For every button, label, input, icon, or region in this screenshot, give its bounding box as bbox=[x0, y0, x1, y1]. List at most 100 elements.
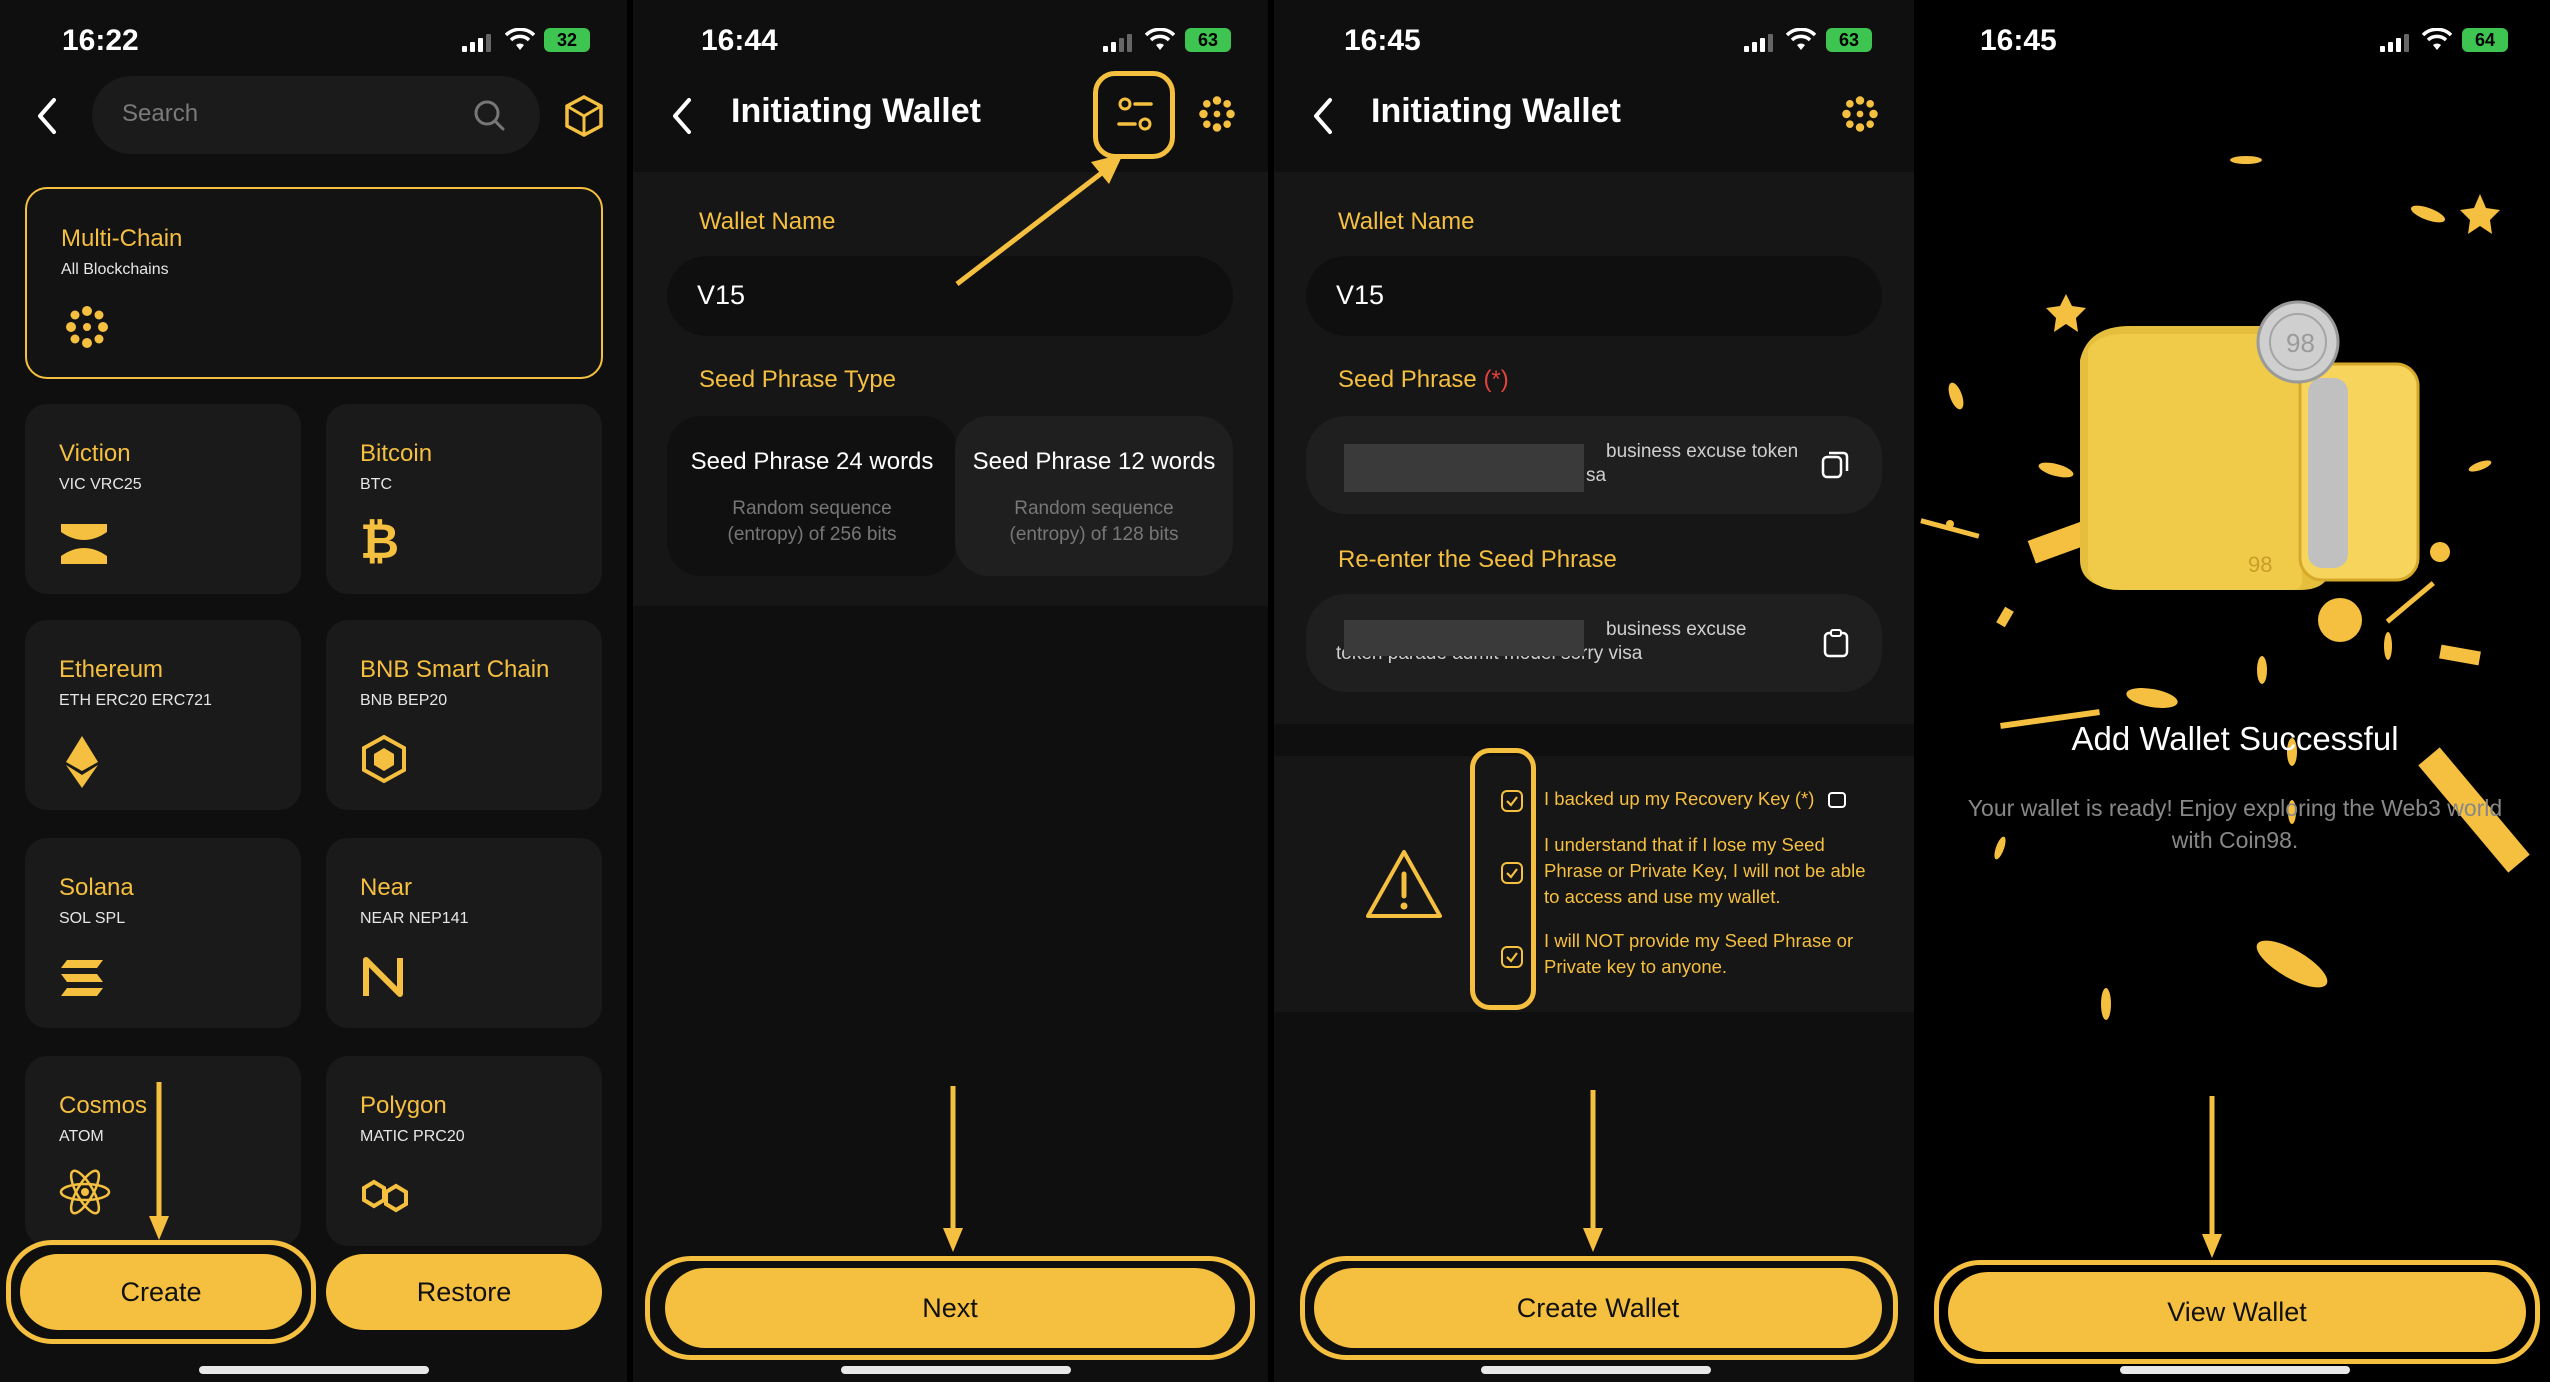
chain-sub: VIC VRC25 bbox=[59, 476, 142, 493]
view-wallet-button[interactable]: View Wallet bbox=[1948, 1272, 2526, 1352]
status-bar: 16:45 63 bbox=[1274, 22, 1914, 62]
wallet-name-value: V15 bbox=[1336, 280, 1385, 310]
seed-phrase-field[interactable]: business excuse token sa bbox=[1306, 416, 1882, 514]
back-arrow-icon[interactable] bbox=[663, 94, 703, 138]
check-label-not-share: I will NOT provide my Seed Phrase or Pri… bbox=[1544, 930, 1854, 977]
chain-name: Solana bbox=[59, 874, 134, 901]
create-wallet-button[interactable]: Create Wallet bbox=[1314, 1268, 1882, 1348]
restore-button[interactable]: Restore bbox=[326, 1254, 602, 1330]
seed-phrase-label: Seed Phrase (*) bbox=[1338, 366, 1509, 393]
battery-icon: 63 bbox=[1826, 28, 1872, 52]
signal-icon bbox=[1103, 32, 1132, 52]
copy-icon[interactable] bbox=[1820, 450, 1850, 480]
signal-icon bbox=[462, 32, 491, 52]
signal-icon bbox=[1744, 32, 1773, 52]
wallet-name-label: Wallet Name bbox=[1338, 208, 1475, 235]
required-mark: (*) bbox=[1483, 366, 1509, 393]
sliders-icon[interactable] bbox=[1115, 94, 1155, 134]
arrow-diagonal-annotation bbox=[955, 154, 1123, 286]
reenter-seed-label: Re-enter the Seed Phrase bbox=[1338, 546, 1617, 573]
arrow-down-annotation bbox=[943, 1086, 963, 1252]
chain-card-near[interactable]: Near NEAR NEP141 bbox=[326, 838, 602, 1028]
chain-card-solana[interactable]: Solana SOL SPL bbox=[25, 838, 301, 1028]
option-desc: Random sequence (entropy) of 256 bits bbox=[727, 498, 897, 545]
chain-card-bnb[interactable]: BNB Smart Chain BNB BEP20 bbox=[326, 620, 602, 810]
search-icon bbox=[474, 100, 505, 131]
wifi-icon bbox=[505, 28, 535, 50]
wallet-name-input[interactable]: V15 bbox=[1306, 256, 1882, 336]
back-arrow-icon[interactable] bbox=[1304, 94, 1344, 138]
option-title: Seed Phrase 12 words bbox=[972, 448, 1216, 475]
chain-name: Near bbox=[360, 874, 413, 901]
seed-option-12[interactable]: Seed Phrase 12 words Random sequence (ent… bbox=[955, 416, 1233, 576]
back-arrow-icon[interactable] bbox=[28, 94, 68, 138]
option-title: Seed Phrase 24 words bbox=[690, 448, 934, 475]
chain-sub: NEAR NEP141 bbox=[360, 910, 469, 927]
chain-sub: ATOM bbox=[59, 1128, 104, 1145]
chain-name: Polygon bbox=[360, 1092, 447, 1119]
check-label-backup: I backed up my Recovery Key (*) bbox=[1544, 786, 1874, 812]
chain-card-ethereum[interactable]: Ethereum ETH ERC20 ERC721 bbox=[25, 620, 301, 810]
chain-sub: BNB BEP20 bbox=[360, 692, 448, 709]
home-indicator bbox=[2120, 1366, 2350, 1374]
checkbox-backup[interactable] bbox=[1501, 790, 1523, 812]
chain-card-polygon[interactable]: Polygon MATIC PRC20 bbox=[326, 1056, 602, 1246]
success-message: Your wallet is ready! Enjoy exploring th… bbox=[1967, 795, 2503, 853]
coin98-dots-icon bbox=[66, 306, 108, 348]
next-button[interactable]: Next bbox=[665, 1268, 1235, 1348]
paste-icon[interactable] bbox=[1822, 628, 1850, 658]
battery-level: 64 bbox=[2474, 29, 2496, 50]
initiating-wallet-confirm-screen: 16:45 63 Initiating Wallet Wallet Name V… bbox=[1274, 0, 1914, 1382]
chain-card-bitcoin[interactable]: Bitcoin BTC ₿ bbox=[326, 404, 602, 594]
coin98-dots-icon[interactable] bbox=[1195, 92, 1239, 136]
battery-level: 63 bbox=[1838, 29, 1860, 50]
status-time: 16:45 bbox=[1980, 24, 2057, 57]
chain-sub: All Blockchains bbox=[61, 261, 169, 278]
status-bar: 16:45 64 bbox=[1920, 22, 2550, 62]
checkbox-not-share[interactable] bbox=[1501, 946, 1523, 968]
create-button[interactable]: Create bbox=[20, 1254, 302, 1330]
arrow-down-annotation bbox=[1583, 1090, 1603, 1252]
chain-card-viction[interactable]: Viction VIC VRC25 bbox=[25, 404, 301, 594]
arrow-down-annotation bbox=[149, 1082, 169, 1240]
wallet-form: Wallet Name V15 Seed Phrase Type Seed Ph… bbox=[633, 172, 1268, 606]
copy-icon bbox=[1827, 792, 1846, 809]
reenter-seed-field[interactable]: business excuse token parade admit model… bbox=[1306, 594, 1882, 692]
svg-text:98: 98 bbox=[2248, 552, 2272, 577]
chain-name: Viction bbox=[59, 440, 131, 467]
check-label-understand: I understand that if I lose my Seed Phra… bbox=[1544, 834, 1866, 907]
battery-icon: 32 bbox=[544, 28, 590, 52]
page-title: Initiating Wallet bbox=[731, 92, 981, 130]
chain-sub: MATIC PRC20 bbox=[360, 1128, 465, 1145]
wallet-name-input[interactable]: V15 bbox=[667, 256, 1233, 336]
wallet-form: Wallet Name V15 Seed Phrase (*) business… bbox=[1274, 172, 1914, 724]
success-wallet-illustration: 98 98 bbox=[1920, 156, 2530, 1020]
coin98-dots-icon[interactable] bbox=[1838, 92, 1882, 136]
battery-level: 63 bbox=[1197, 29, 1219, 50]
chain-name: Bitcoin bbox=[360, 440, 433, 467]
battery-icon: 64 bbox=[2462, 28, 2508, 52]
header: Search bbox=[0, 76, 627, 156]
warning-icon bbox=[1366, 850, 1442, 918]
status-bar: 16:44 63 bbox=[633, 22, 1268, 62]
seed-redaction bbox=[1344, 620, 1584, 656]
chain-sub: SOL SPL bbox=[59, 910, 126, 927]
seed-option-24[interactable]: Seed Phrase 24 words Random sequence (ent… bbox=[667, 416, 957, 576]
scan-cube-icon[interactable] bbox=[562, 94, 606, 138]
search-input[interactable]: Search bbox=[92, 76, 540, 154]
wifi-icon bbox=[1786, 28, 1816, 50]
status-time: 16:22 bbox=[62, 24, 139, 57]
checkbox-understand[interactable] bbox=[1501, 862, 1523, 884]
chain-card-multi-chain[interactable]: Multi-Chain All Blockchains bbox=[25, 187, 603, 379]
initiating-wallet-screen: 16:44 63 Initiating Wallet Wallet Name V… bbox=[633, 0, 1268, 1382]
seed-redaction bbox=[1344, 444, 1584, 492]
chain-name: BNB Smart Chain bbox=[360, 656, 550, 683]
wifi-icon bbox=[1145, 28, 1175, 50]
home-indicator bbox=[1481, 1366, 1711, 1374]
confirmation-panel: I backed up my Recovery Key (*) I unders… bbox=[1274, 748, 1914, 1012]
chain-name: Cosmos bbox=[59, 1092, 148, 1119]
status-bar: 16:22 32 bbox=[0, 22, 627, 62]
near-icon bbox=[363, 957, 403, 997]
solana-icon bbox=[61, 960, 103, 996]
wallet-name-value: V15 bbox=[697, 280, 746, 310]
